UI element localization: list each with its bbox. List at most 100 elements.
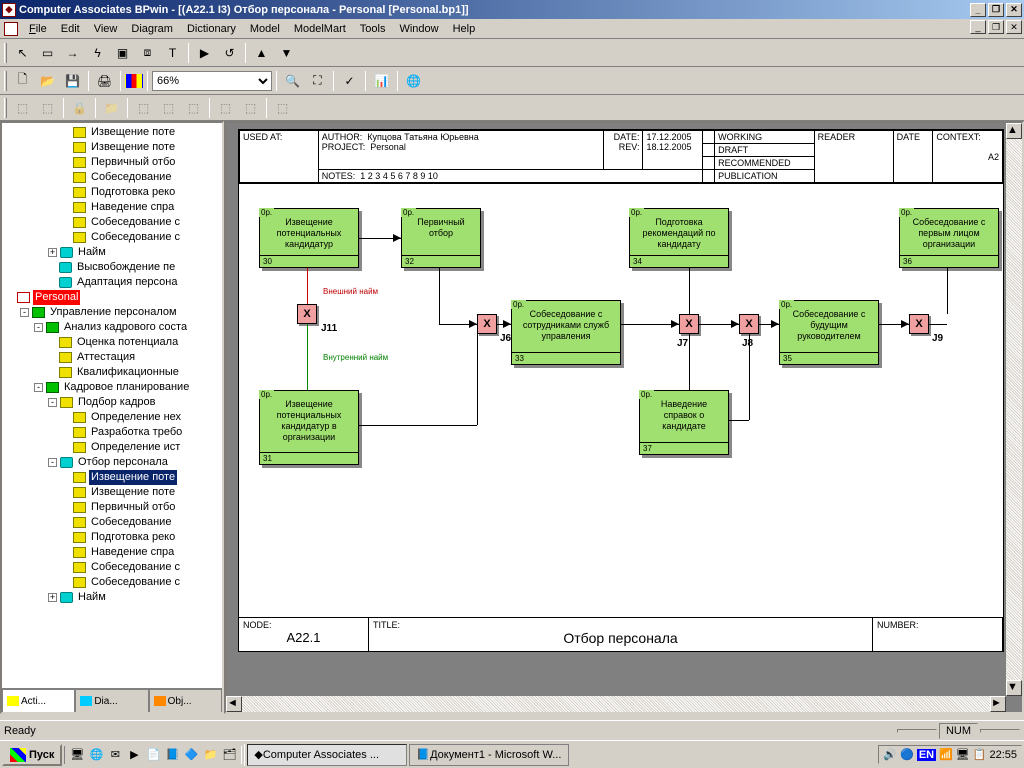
pointer-tool[interactable]: ↖ (11, 42, 34, 64)
tray-icon3[interactable]: 📶 (939, 748, 953, 761)
ql-icon8[interactable]: 📁 (201, 746, 219, 764)
tree-node[interactable]: Квалификационные (6, 365, 222, 380)
mm-btn1[interactable]: ⬚ (11, 97, 34, 119)
tray-speaker-icon[interactable]: 🔊 (883, 748, 897, 761)
tree-node[interactable]: Первичный отбо (6, 155, 222, 170)
ql-icon5[interactable]: 📄 (144, 746, 162, 764)
mm-btn6[interactable]: ⬚ (157, 97, 180, 119)
close-button[interactable]: ✕ (1006, 3, 1022, 17)
modelmart-button[interactable]: 🌐 (402, 70, 425, 92)
tree-node[interactable]: Оценка потенциала (6, 335, 222, 350)
ql-outlook-icon[interactable]: ✉ (106, 746, 124, 764)
ql-icon6[interactable]: 📘 (163, 746, 181, 764)
tree-node[interactable]: Определение ист (6, 440, 222, 455)
tree-node[interactable]: Собеседование с (6, 575, 222, 590)
mdi-close-button[interactable]: ✕ (1006, 20, 1022, 34)
mdi-restore-button[interactable]: ❐ (988, 20, 1004, 34)
tree-node[interactable]: Собеседование с (6, 215, 222, 230)
menu-window[interactable]: Window (392, 21, 445, 37)
tree-node[interactable]: -Отбор персонала (6, 455, 222, 470)
tree-node[interactable]: +Найм (6, 590, 222, 605)
h-scrollbar[interactable]: ◄► (226, 696, 1006, 712)
tray-icon4[interactable]: 🖥 (956, 748, 970, 761)
tree-node[interactable]: Наведение спра (6, 200, 222, 215)
menu-tools[interactable]: Tools (353, 21, 393, 37)
tree-node[interactable]: Извещение поте (6, 140, 222, 155)
spellcheck-button[interactable]: ✓ (338, 70, 361, 92)
start-button[interactable]: Пуск (2, 744, 62, 766)
junction-j11[interactable]: X (297, 304, 317, 324)
activity-32[interactable]: 0р.Первичный отбор32 (401, 208, 481, 268)
tree-node[interactable]: Первичный отбо (6, 500, 222, 515)
v-scrollbar[interactable]: ▲▼ (1006, 123, 1022, 696)
ql-icon9[interactable]: 🗂 (220, 746, 238, 764)
tree-node[interactable]: Собеседование с (6, 230, 222, 245)
mdi-minimize-button[interactable]: _ (970, 20, 986, 34)
play-tool[interactable]: ▶ (193, 42, 216, 64)
mm-btn10[interactable]: ⬚ (271, 97, 294, 119)
mm-btn4[interactable]: 📁 (100, 97, 123, 119)
report-button[interactable]: 📊 (370, 70, 393, 92)
tree-node[interactable]: -Кадровое планирование (6, 380, 222, 395)
activity-37[interactable]: 0р.Наведение справок о кандидате37 (639, 390, 729, 455)
activity-30[interactable]: 0р.Извещение потенциальных кандидатур30 (259, 208, 359, 268)
tree-node[interactable]: Адаптация персона (6, 275, 222, 290)
tree-node[interactable]: Аттестация (6, 350, 222, 365)
tree-node[interactable]: Personal (6, 290, 222, 305)
tree-node[interactable]: Подготовка реко (6, 530, 222, 545)
tree-node[interactable]: Собеседование (6, 170, 222, 185)
mm-btn8[interactable]: ⬚ (214, 97, 237, 119)
arrow-tool[interactable]: → (61, 42, 84, 64)
tree-node[interactable]: Высвобождение пе (6, 260, 222, 275)
open-button[interactable]: 📂 (36, 70, 59, 92)
tray-icon5[interactable]: 📋 (973, 748, 987, 761)
tab-objects[interactable]: Obj... (149, 689, 222, 712)
zoomin-button[interactable]: 🔍 (281, 70, 304, 92)
system-tray[interactable]: 🔊 🔵 EN 📶 🖥 📋 22:55 (878, 745, 1022, 764)
junction-j6[interactable]: X (477, 314, 497, 334)
tree-node[interactable]: Извещение поте (6, 485, 222, 500)
tree-node[interactable]: Собеседование (6, 515, 222, 530)
ql-ie-icon[interactable]: 🌐 (87, 746, 105, 764)
tree[interactable]: Извещение потеИзвещение потеПервичный от… (2, 123, 222, 607)
new-button[interactable]: 🗋 (11, 70, 34, 92)
up-tool[interactable]: ▲ (250, 42, 273, 64)
mm-btn7[interactable]: ⬚ (182, 97, 205, 119)
tray-lang[interactable]: EN (917, 749, 936, 761)
junction-j8[interactable]: X (739, 314, 759, 334)
text-tool[interactable]: T (161, 42, 184, 64)
activity-34[interactable]: 0р.Подготовка рекомендаций по кандидату3… (629, 208, 729, 268)
junction-j7[interactable]: X (679, 314, 699, 334)
menu-view[interactable]: View (87, 21, 125, 37)
mm-btn2[interactable]: ⬚ (36, 97, 59, 119)
junction-j9[interactable]: X (909, 314, 929, 334)
print-button[interactable]: 🖨 (93, 70, 116, 92)
task-word[interactable]: 📘 Документ1 - Microsoft W... (409, 744, 569, 766)
tree-node[interactable]: Определение нех (6, 410, 222, 425)
zoom-select[interactable]: 66% (152, 71, 272, 91)
minimize-button[interactable]: _ (970, 3, 986, 17)
tree-node[interactable]: -Анализ кадрового соста (6, 320, 222, 335)
tree-node[interactable]: Извещение поте (6, 125, 222, 140)
tree-node[interactable]: Наведение спра (6, 545, 222, 560)
tab-activities[interactable]: Acti... (2, 689, 75, 712)
tray-icon2[interactable]: 🔵 (900, 748, 914, 761)
tree-node[interactable]: -Подбор кадров (6, 395, 222, 410)
task-bpwin[interactable]: ◆ Computer Associates ... (247, 744, 407, 766)
activity-31[interactable]: 0р.Извещение потенциальных кандидатур в … (259, 390, 359, 465)
menu-dictionary[interactable]: Dictionary (180, 21, 243, 37)
explorer-button[interactable] (125, 74, 143, 88)
tree-node[interactable]: Собеседование с (6, 560, 222, 575)
squiggle-tool[interactable]: ϟ (86, 42, 109, 64)
activity-35[interactable]: 0р.Собеседование с будущим руководителем… (779, 300, 879, 365)
ref-tool[interactable]: ▣ (111, 42, 134, 64)
tab-diagrams[interactable]: Dia... (75, 689, 148, 712)
down-tool[interactable]: ▼ (275, 42, 298, 64)
ql-desktop-icon[interactable]: 🖥 (68, 746, 86, 764)
tree-node[interactable]: Извещение поте (6, 470, 222, 485)
tray-clock[interactable]: 22:55 (989, 749, 1017, 761)
activity-33[interactable]: 0р.Собеседование с сотрудниками служб уп… (511, 300, 621, 365)
maximize-button[interactable]: ❐ (988, 3, 1004, 17)
tree-node[interactable]: +Найм (6, 245, 222, 260)
ref2-tool[interactable]: ⧈ (136, 42, 159, 64)
